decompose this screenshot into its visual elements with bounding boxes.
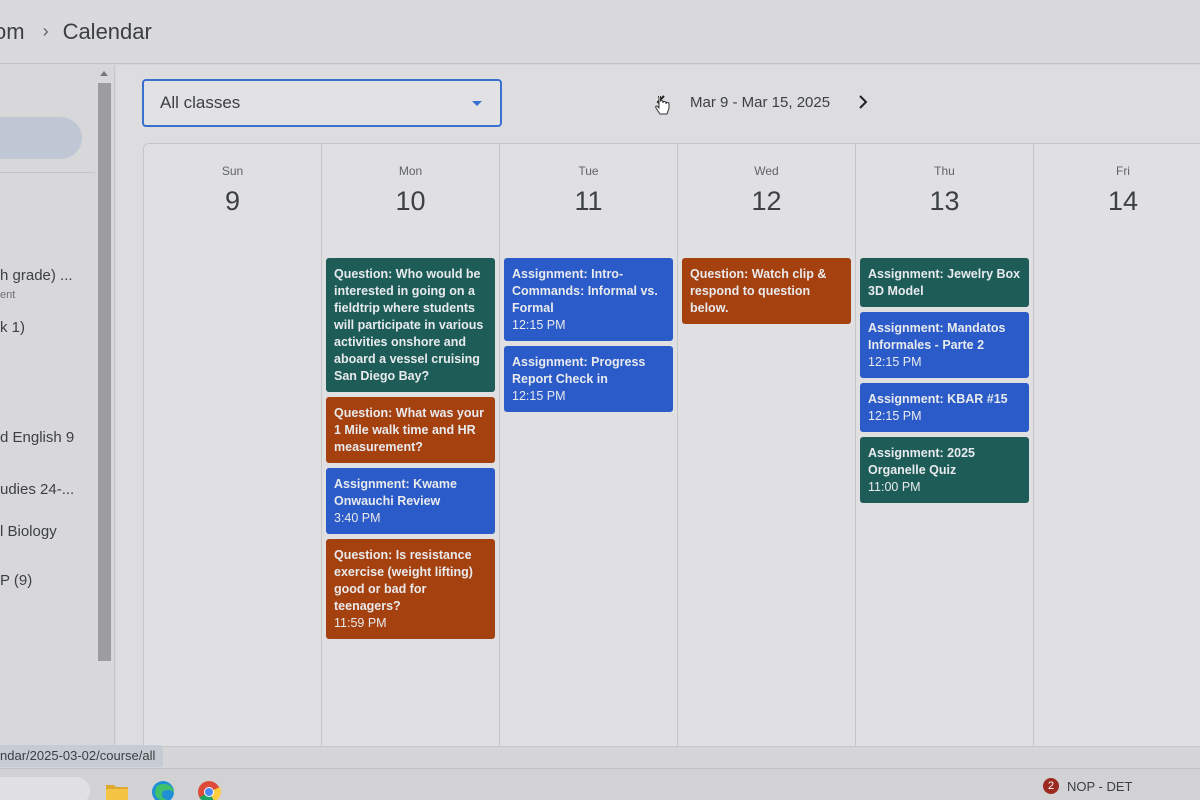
- file-explorer-icon[interactable]: [104, 779, 130, 800]
- event-time: 12:15 PM: [868, 409, 922, 423]
- event-title: Assignment: Mandatos Informales - Parte …: [868, 321, 1006, 352]
- day-events: Assignment: Jewelry Box 3D Model Assignme…: [856, 258, 1033, 503]
- day-column-wed[interactable]: Wed 12 Question: Watch clip & respond to q…: [678, 144, 856, 746]
- scroll-thumb[interactable]: [98, 83, 111, 661]
- event-title: Question: Watch clip & respond to questi…: [690, 267, 827, 315]
- day-events: Assignment: Intro-Commands: Informal vs.…: [500, 258, 677, 412]
- event-title: Question: Is resistance exercise (weight…: [334, 548, 473, 613]
- calendar-event[interactable]: Assignment: Mandatos Informales - Parte …: [860, 312, 1029, 378]
- breadcrumb: om › Calendar: [0, 19, 152, 45]
- sidebar-item-class[interactable]: h grade) ...: [0, 267, 96, 284]
- notification-badge: 2: [1043, 778, 1059, 794]
- taskbar-search-box[interactable]: [0, 777, 90, 800]
- day-column-fri[interactable]: Fri 14: [1034, 144, 1200, 746]
- scroll-up-arrow-icon[interactable]: [100, 71, 108, 76]
- chevron-right-icon: [859, 95, 868, 109]
- main-content: All classes Mar 9 - Mar 15, 2025 Sun 9 Mon…: [116, 65, 1200, 747]
- calendar-event[interactable]: Question: What was your 1 Mile walk time…: [326, 397, 495, 463]
- day-header: Fri 14: [1034, 144, 1200, 256]
- link-status-url: ndar/2025-03-02/course/all: [0, 745, 164, 767]
- day-number: 14: [1107, 186, 1139, 216]
- day-header: Thu 13: [856, 144, 1033, 256]
- event-time: 11:00 PM: [868, 480, 921, 494]
- event-time: 12:15 PM: [512, 389, 566, 403]
- event-title: Assignment: Kwame Onwauchi Review: [334, 477, 457, 508]
- week-calendar-grid: Sun 9 Mon 10 Question: Who would be interest…: [143, 143, 1200, 747]
- day-number: 13: [929, 186, 960, 216]
- system-tray-notification[interactable]: 2 NOP - DET: [1043, 778, 1133, 794]
- chrome-icon[interactable]: [196, 779, 222, 800]
- calendar-event[interactable]: Assignment: Jewelry Box 3D Model: [860, 258, 1029, 307]
- sidebar-item-class[interactable]: P (9): [0, 572, 96, 589]
- calendar-event[interactable]: Question: Is resistance exercise (weight…: [326, 539, 495, 639]
- event-title: Assignment: Jewelry Box 3D Model: [868, 267, 1021, 298]
- calendar-event[interactable]: Assignment: 2025 Organelle Quiz 11:00 PM: [860, 437, 1029, 503]
- day-column-sun[interactable]: Sun 9: [144, 144, 322, 746]
- week-navigation: Mar 9 - Mar 15, 2025: [646, 87, 878, 117]
- sidebar-item-class[interactable]: d English 9: [0, 429, 96, 446]
- day-number: 12: [751, 186, 782, 216]
- calendar-event[interactable]: Question: Who would be interested in goi…: [326, 258, 495, 392]
- sidebar-item-calendar-active[interactable]: [0, 117, 82, 159]
- event-time: 11:59 PM: [334, 616, 387, 630]
- event-title: Assignment: Intro-Commands: Informal vs.…: [512, 267, 658, 315]
- day-column-mon[interactable]: Mon 10 Question: Who would be interested i…: [322, 144, 500, 746]
- sidebar-scrollbar[interactable]: [97, 65, 113, 745]
- calendar-event[interactable]: Assignment: Kwame Onwauchi Review 3:40 PM: [326, 468, 495, 534]
- calendar-event[interactable]: Question: Watch clip & respond to questi…: [682, 258, 851, 324]
- event-time: 12:15 PM: [512, 318, 566, 332]
- sidebar: h grade) ... ent k 1) d English 9 udies …: [0, 65, 115, 745]
- day-number: 10: [395, 186, 426, 216]
- class-filter-value: All classes: [160, 93, 241, 112]
- day-events: Question: Who would be interested in goi…: [322, 258, 499, 639]
- event-title: Assignment: Progress Report Check in: [512, 355, 646, 386]
- day-name: Wed: [754, 164, 779, 178]
- day-number: 11: [574, 186, 603, 216]
- calendar-event[interactable]: Assignment: KBAR #15 12:15 PM: [860, 383, 1029, 432]
- day-header: Sun 9: [144, 144, 321, 256]
- sidebar-item-class[interactable]: k 1): [0, 319, 96, 336]
- hand-cursor-icon: [655, 96, 670, 115]
- day-events: Question: Watch clip & respond to questi…: [678, 258, 855, 324]
- event-title: Question: Who would be interested in goi…: [334, 267, 484, 383]
- day-number: 9: [224, 186, 241, 216]
- day-name: Thu: [934, 164, 955, 178]
- sidebar-item-class[interactable]: udies 24-...: [0, 481, 96, 498]
- event-time: 3:40 PM: [334, 511, 381, 525]
- taskbar: 2 NOP - DET: [0, 768, 1200, 800]
- day-header: Wed 12: [678, 144, 855, 256]
- next-week-button[interactable]: [848, 87, 878, 117]
- day-name: Fri: [1115, 164, 1130, 178]
- dropdown-caret-icon: [472, 101, 482, 106]
- day-column-tue[interactable]: Tue 11 Assignment: Intro-Commands: Informa…: [500, 144, 678, 746]
- top-bar: om › Calendar: [0, 0, 1200, 64]
- breadcrumb-current: Calendar: [62, 18, 152, 44]
- breadcrumb-separator-icon: ›: [42, 21, 49, 41]
- breadcrumb-parent[interactable]: om: [0, 19, 25, 45]
- event-title: Question: What was your 1 Mile walk time…: [334, 406, 485, 454]
- day-header: Mon 10: [322, 144, 499, 256]
- sidebar-item-subtitle: ent: [0, 289, 16, 301]
- week-range-label: Mar 9 - Mar 15, 2025: [690, 93, 831, 111]
- edge-icon[interactable]: [150, 779, 176, 800]
- day-name: Sun: [221, 164, 244, 178]
- day-header: Tue 11: [500, 144, 677, 256]
- day-name: Mon: [398, 164, 423, 178]
- event-time: 12:15 PM: [868, 355, 922, 369]
- calendar-event[interactable]: Assignment: Progress Report Check in 12:1…: [504, 346, 673, 412]
- sidebar-item-class[interactable]: l Biology: [0, 523, 96, 540]
- calendar-event[interactable]: Assignment: Intro-Commands: Informal vs.…: [504, 258, 673, 341]
- event-title: Assignment: 2025 Organelle Quiz: [868, 446, 975, 477]
- class-filter-select[interactable]: All classes: [142, 79, 502, 127]
- day-name: Tue: [578, 164, 599, 178]
- day-column-thu[interactable]: Thu 13 Assignment: Jewelry Box 3D Model Ass…: [856, 144, 1034, 746]
- event-title: Assignment: KBAR #15: [868, 392, 1008, 406]
- tray-label: NOP - DET: [1067, 778, 1133, 794]
- sidebar-divider: [0, 172, 95, 173]
